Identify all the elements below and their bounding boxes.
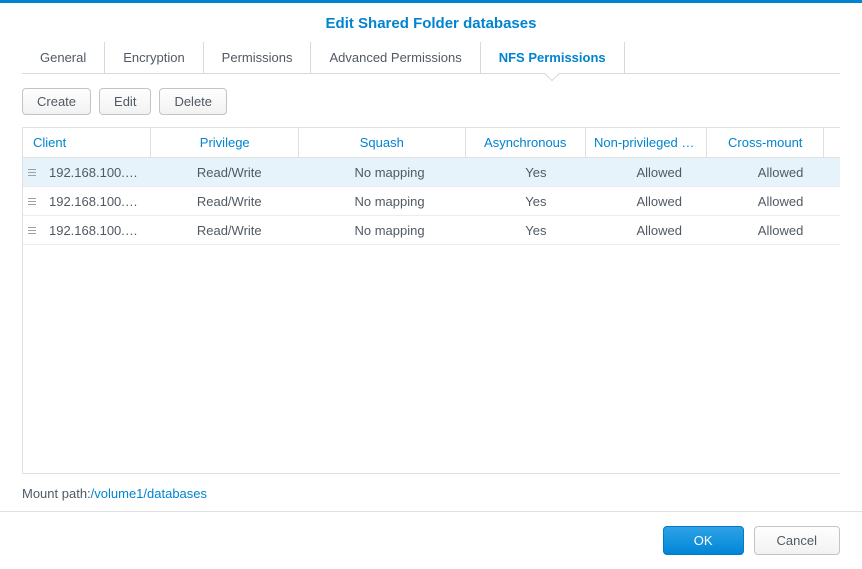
delete-button[interactable]: Delete <box>159 88 227 115</box>
cell-async: Yes <box>474 159 597 186</box>
mount-path-label: Mount path: <box>22 486 91 501</box>
col-squash[interactable]: Squash <box>299 128 465 157</box>
tab-nfs-permissions[interactable]: NFS Permissions <box>481 42 625 73</box>
edit-button[interactable]: Edit <box>99 88 151 115</box>
cell-privilege: Read/Write <box>154 188 305 215</box>
cell-client: 192.168.100.… <box>41 159 154 186</box>
cell-client: 192.168.100.… <box>41 217 154 244</box>
tab-encryption[interactable]: Encryption <box>105 42 203 73</box>
nfs-rules-table: Client Privilege Squash Asynchronous Non… <box>22 127 840 474</box>
mount-path: Mount path:/volume1/databases <box>22 474 840 511</box>
content-area: General Encryption Permissions Advanced … <box>0 42 862 511</box>
cell-client: 192.168.100.… <box>41 188 154 215</box>
col-async[interactable]: Asynchronous <box>466 128 586 157</box>
dialog-footer: OK Cancel <box>0 511 862 569</box>
table-row[interactable]: 192.168.100.… Read/Write No mapping Yes … <box>23 216 840 245</box>
table-header: Client Privilege Squash Asynchronous Non… <box>23 128 840 158</box>
drag-handle-icon[interactable] <box>23 187 41 215</box>
cell-async: Yes <box>474 217 597 244</box>
cell-cross: Allowed <box>721 159 840 186</box>
cell-squash: No mapping <box>305 159 475 186</box>
tab-permissions[interactable]: Permissions <box>204 42 312 73</box>
table-row[interactable]: 192.168.100.… Read/Write No mapping Yes … <box>23 158 840 187</box>
ok-button[interactable]: OK <box>663 526 744 555</box>
cell-squash: No mapping <box>305 217 475 244</box>
mount-path-value: /volume1/databases <box>91 486 207 501</box>
create-button[interactable]: Create <box>22 88 91 115</box>
cancel-button[interactable]: Cancel <box>754 526 840 555</box>
col-nonpriv[interactable]: Non-privileged p… <box>586 128 707 157</box>
col-client[interactable]: Client <box>23 128 151 157</box>
drag-handle-icon[interactable] <box>23 216 41 244</box>
cell-nonpriv: Allowed <box>597 188 721 215</box>
cell-privilege: Read/Write <box>154 159 305 186</box>
tab-general[interactable]: General <box>22 42 105 73</box>
toolbar: Create Edit Delete <box>22 74 840 127</box>
col-cross[interactable]: Cross-mount <box>707 128 824 157</box>
tab-advanced-permissions[interactable]: Advanced Permissions <box>311 42 480 73</box>
drag-handle-icon[interactable] <box>23 158 41 186</box>
cell-nonpriv: Allowed <box>597 217 721 244</box>
col-privilege[interactable]: Privilege <box>151 128 299 157</box>
tab-bar: General Encryption Permissions Advanced … <box>22 42 840 74</box>
cell-privilege: Read/Write <box>154 217 305 244</box>
cell-cross: Allowed <box>721 188 840 215</box>
dialog-title: Edit Shared Folder databases <box>0 3 862 42</box>
cell-async: Yes <box>474 188 597 215</box>
col-extra <box>824 128 840 157</box>
cell-nonpriv: Allowed <box>597 159 721 186</box>
cell-squash: No mapping <box>305 188 475 215</box>
table-row[interactable]: 192.168.100.… Read/Write No mapping Yes … <box>23 187 840 216</box>
cell-cross: Allowed <box>721 217 840 244</box>
